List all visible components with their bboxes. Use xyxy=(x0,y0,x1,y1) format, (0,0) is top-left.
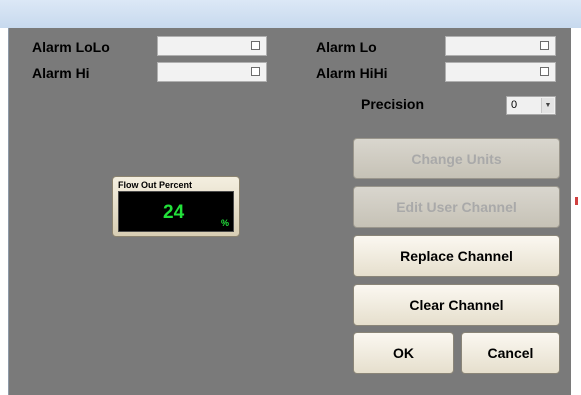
precision-label: Precision xyxy=(361,96,425,112)
cancel-button[interactable]: Cancel xyxy=(461,332,560,374)
meter-title: Flow Out Percent xyxy=(118,180,193,190)
alarm-hi-checkbox-icon[interactable] xyxy=(251,67,260,76)
alarm-hi-label: Alarm Hi xyxy=(32,65,90,81)
change-units-button[interactable]: Change Units xyxy=(353,138,560,179)
alarm-lolo-label: Alarm LoLo xyxy=(32,39,110,55)
precision-select[interactable]: 0 ▼ xyxy=(506,96,556,115)
alarm-hihi-field[interactable] xyxy=(445,62,556,82)
alarm-hi-field[interactable] xyxy=(157,62,267,82)
alarm-hihi-checkbox-icon[interactable] xyxy=(540,67,549,76)
replace-channel-button[interactable]: Replace Channel xyxy=(353,235,560,277)
meter-display: 24 % xyxy=(118,191,234,232)
precision-value: 0 xyxy=(511,99,518,111)
alarm-hihi-label: Alarm HiHi xyxy=(316,65,388,81)
window-titlebar[interactable] xyxy=(0,0,581,28)
alarm-lo-checkbox-icon[interactable] xyxy=(540,41,549,50)
meter-value: 24 xyxy=(163,202,185,223)
edit-user-channel-button[interactable]: Edit User Channel xyxy=(353,186,560,228)
flow-out-percent-meter: Flow Out Percent 24 % xyxy=(112,176,240,237)
alarm-lo-label: Alarm Lo xyxy=(316,39,377,55)
chevron-down-icon[interactable]: ▼ xyxy=(541,98,554,113)
alarm-lolo-checkbox-icon[interactable] xyxy=(251,41,260,50)
alarm-lo-field[interactable] xyxy=(445,36,556,56)
window-edge xyxy=(571,28,581,395)
alarm-lolo-field[interactable] xyxy=(157,36,267,56)
meter-unit: % xyxy=(220,218,229,228)
ok-button[interactable]: OK xyxy=(353,332,454,374)
edge-marker xyxy=(575,197,578,205)
clear-channel-button[interactable]: Clear Channel xyxy=(353,284,560,326)
